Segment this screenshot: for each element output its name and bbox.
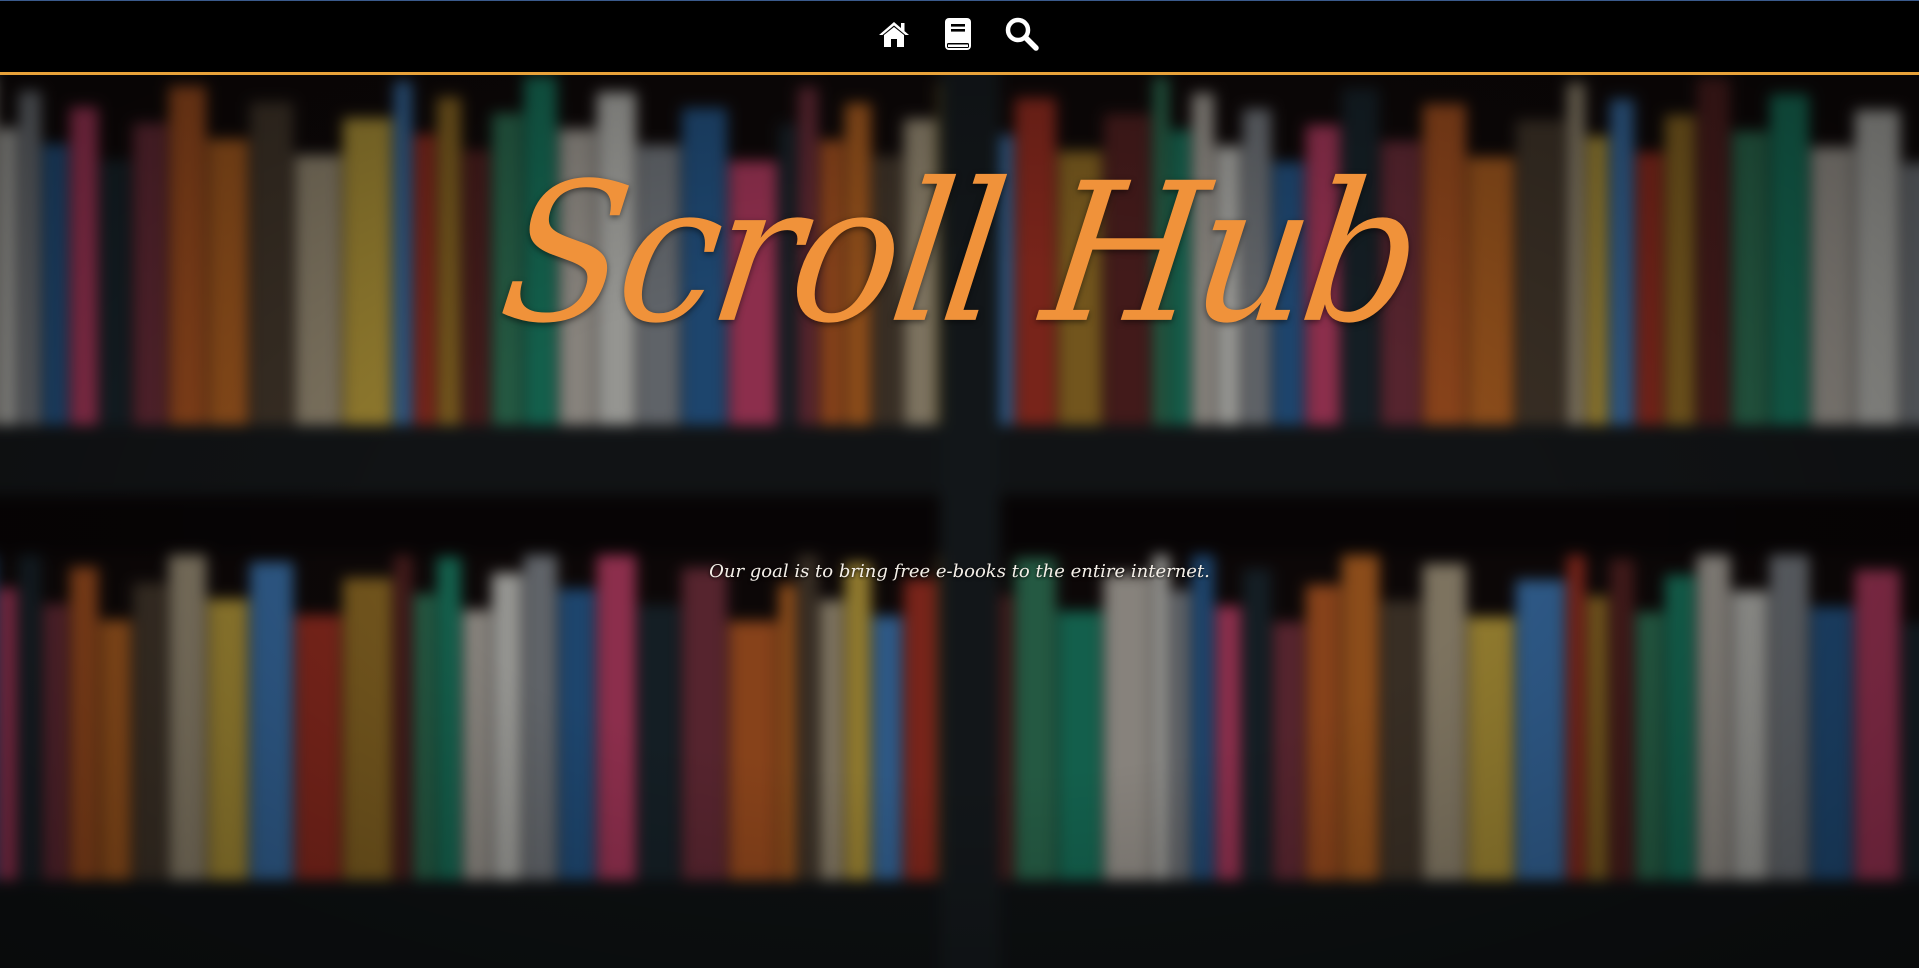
home-icon bbox=[879, 22, 909, 47]
book-icon bbox=[945, 18, 971, 50]
search-button[interactable] bbox=[1005, 17, 1039, 51]
hero-section: Scroll Hub Our goal is to bring free e-b… bbox=[0, 75, 1919, 968]
hero-tagline: Our goal is to bring free e-books to the… bbox=[709, 561, 1210, 582]
books-button[interactable] bbox=[941, 17, 975, 51]
site-title: Scroll Hub bbox=[489, 141, 1430, 366]
search-icon bbox=[1005, 17, 1039, 51]
home-button[interactable] bbox=[877, 17, 911, 51]
nav-icons bbox=[877, 17, 1039, 51]
top-navbar bbox=[0, 0, 1919, 75]
